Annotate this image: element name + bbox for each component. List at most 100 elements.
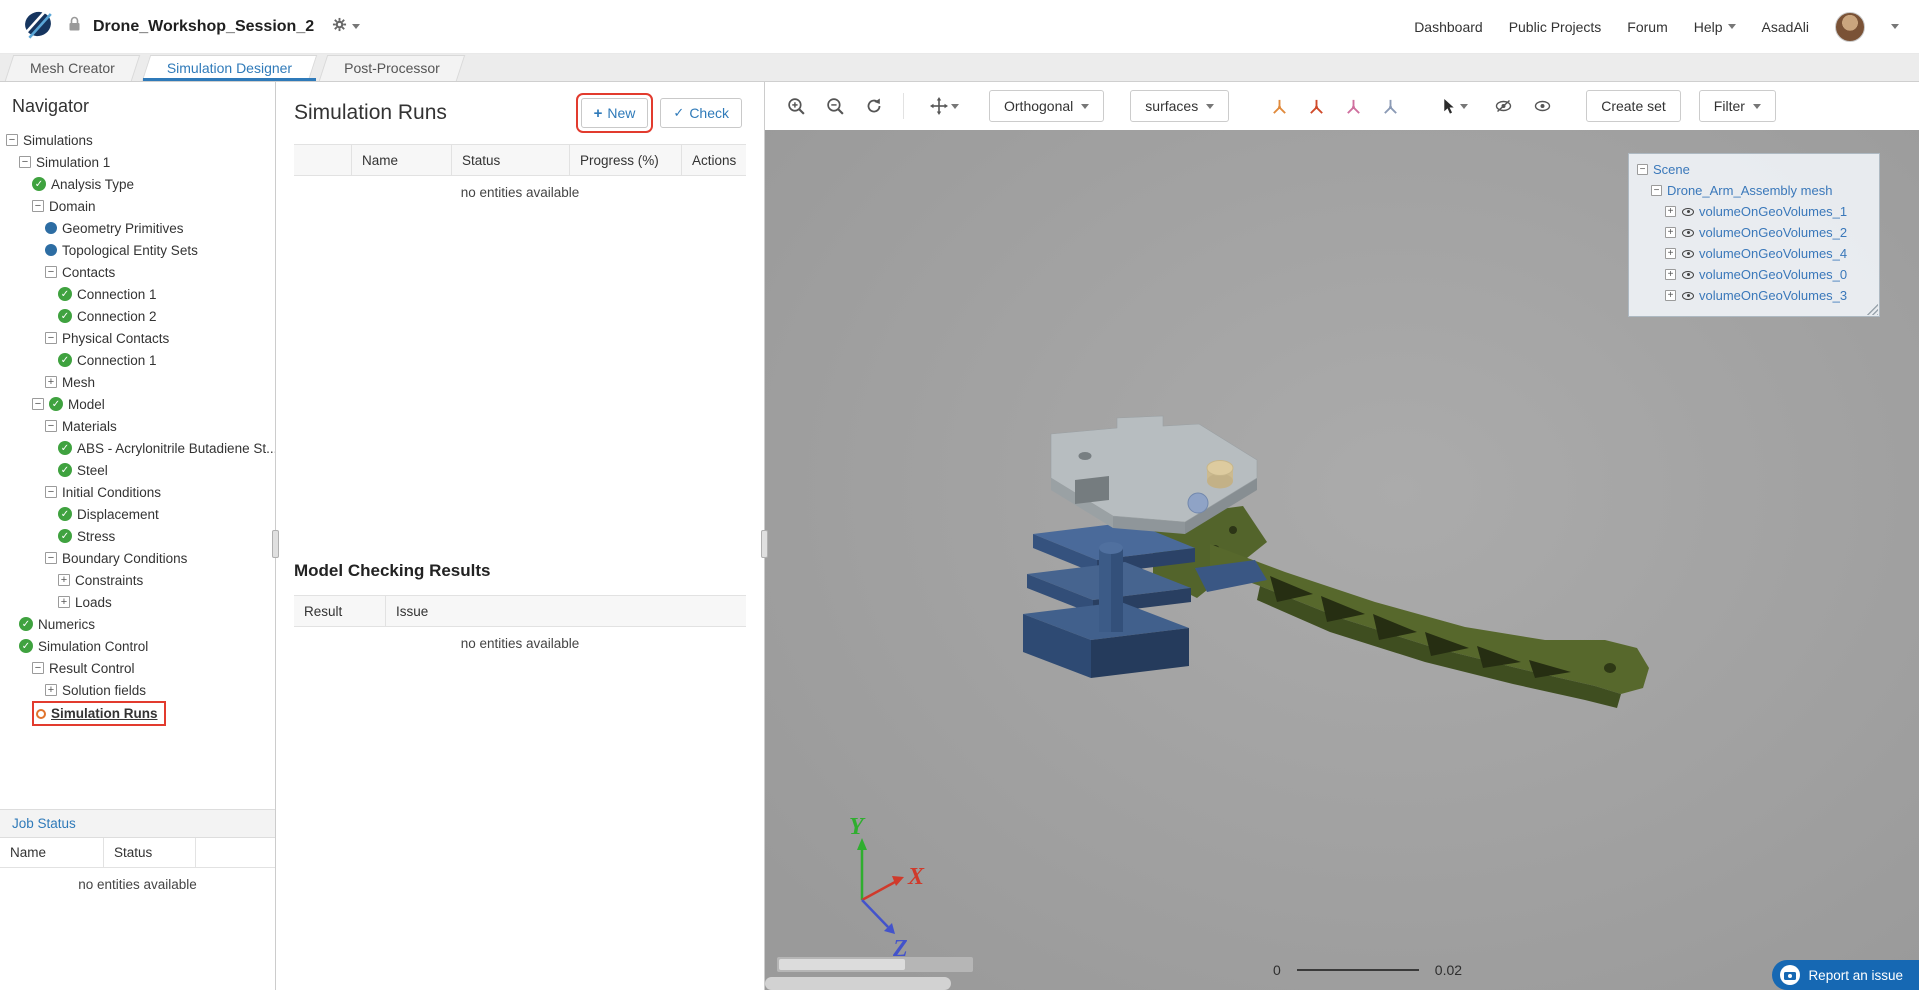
refresh-view-icon[interactable] <box>861 93 887 119</box>
tree-item-domain[interactable]: −Domain <box>32 195 96 217</box>
collapse-icon[interactable]: − <box>1637 164 1648 175</box>
tree-item-displacement[interactable]: ✓Displacement <box>58 503 159 525</box>
tree-item-topological-entity-sets[interactable]: Topological Entity Sets <box>45 239 198 261</box>
expand-icon[interactable]: + <box>45 376 57 388</box>
tab-simulation-designer[interactable]: Simulation Designer <box>141 54 318 81</box>
tree-item-steel[interactable]: ✓Steel <box>58 459 108 481</box>
collapse-icon[interactable]: − <box>45 486 57 498</box>
user-menu-chevron-icon[interactable] <box>1891 24 1899 29</box>
tree-item-loads[interactable]: +Loads <box>58 591 112 613</box>
expand-icon[interactable]: + <box>1665 248 1676 259</box>
collapse-icon[interactable]: − <box>45 420 57 432</box>
collapse-icon[interactable]: − <box>45 332 57 344</box>
expand-icon[interactable]: + <box>58 574 70 586</box>
nav-public-projects[interactable]: Public Projects <box>1509 19 1602 35</box>
nav-forum[interactable]: Forum <box>1627 19 1667 35</box>
tree-item-contacts[interactable]: −Contacts <box>45 261 115 283</box>
scene-volume-row[interactable]: +volumeOnGeoVolumes_1 <box>1629 201 1879 222</box>
tree-item-result-control[interactable]: −Result Control <box>32 657 135 679</box>
select-cursor-icon[interactable] <box>1437 94 1472 119</box>
tree-item-stress[interactable]: ✓Stress <box>58 525 115 547</box>
visibility-eye-icon[interactable] <box>1682 271 1694 279</box>
collapse-icon[interactable]: − <box>45 552 57 564</box>
tab-post-processor[interactable]: Post-Processor <box>318 54 466 81</box>
axis-view-icon-3[interactable] <box>1341 94 1366 119</box>
collapse-icon[interactable]: − <box>19 156 31 168</box>
collapse-icon[interactable]: − <box>32 398 44 410</box>
tree-item-boundary-conditions[interactable]: −Boundary Conditions <box>45 547 187 569</box>
report-issue-button[interactable]: Report an issue <box>1772 960 1919 990</box>
scene-root-row[interactable]: − Scene <box>1629 159 1879 180</box>
green-arm-part[interactable] <box>1153 506 1649 708</box>
tree-item-physical-contacts[interactable]: −Physical Contacts <box>45 327 169 349</box>
expand-icon[interactable]: + <box>1665 290 1676 301</box>
collapse-icon[interactable]: − <box>45 266 57 278</box>
zoom-out-icon[interactable] <box>822 93 849 120</box>
tree-item-simulation-runs[interactable]: Simulation Runs <box>32 701 166 726</box>
scrollbar-thumb[interactable] <box>779 959 905 970</box>
scene-volume-row[interactable]: +volumeOnGeoVolumes_2 <box>1629 222 1879 243</box>
tree-item-abs-acrylonitrile-butadiene-st[interactable]: ✓ABS - Acrylonitrile Butadiene St... <box>58 437 275 459</box>
pan-move-icon[interactable] <box>926 93 963 119</box>
tree-item-initial-conditions[interactable]: −Initial Conditions <box>45 481 161 503</box>
scene-volume-row[interactable]: +volumeOnGeoVolumes_0 <box>1629 264 1879 285</box>
show-all-eye-icon[interactable] <box>1529 93 1556 119</box>
scale-line <box>1297 969 1419 971</box>
tree-item-constraints[interactable]: +Constraints <box>58 569 143 591</box>
check-model-button[interactable]: ✓ Check <box>660 98 742 128</box>
expand-icon[interactable]: + <box>58 596 70 608</box>
tree-item-numerics[interactable]: ✓Numerics <box>19 613 95 635</box>
nav-help[interactable]: Help <box>1694 19 1736 35</box>
visibility-eye-icon[interactable] <box>1682 250 1694 258</box>
visibility-eye-icon[interactable] <box>1682 292 1694 300</box>
scene-mesh-row[interactable]: − Drone_Arm_Assembly mesh <box>1629 180 1879 201</box>
nav-username[interactable]: AsadAli <box>1762 19 1809 35</box>
hide-selected-eye-slash-icon[interactable] <box>1490 93 1517 119</box>
tree-item-mesh[interactable]: +Mesh <box>45 371 95 393</box>
middle-panel-resize-handle[interactable] <box>761 530 768 558</box>
tree-item-simulations[interactable]: −Simulations <box>6 129 93 151</box>
tree-item-simulation-1[interactable]: −Simulation 1 <box>19 151 110 173</box>
expand-icon[interactable]: + <box>1665 227 1676 238</box>
navigator-resize-handle[interactable] <box>272 530 279 558</box>
visibility-eye-icon[interactable] <box>1682 229 1694 237</box>
project-settings-button[interactable] <box>332 17 360 37</box>
tree-item-solution-fields[interactable]: +Solution fields <box>45 679 146 701</box>
collapse-icon[interactable]: − <box>6 134 18 146</box>
expand-icon[interactable]: + <box>1665 206 1676 217</box>
axis-view-icon-4[interactable] <box>1378 94 1403 119</box>
tree-item-geometry-primitives[interactable]: Geometry Primitives <box>45 217 184 239</box>
create-set-button[interactable]: Create set <box>1586 90 1681 122</box>
tree-item-analysis-type[interactable]: ✓Analysis Type <box>32 173 134 195</box>
job-status-title[interactable]: Job Status <box>0 810 275 838</box>
zoom-in-icon[interactable] <box>783 93 810 120</box>
collapse-icon[interactable]: − <box>32 200 44 212</box>
tree-item-model[interactable]: −✓Model <box>32 393 105 415</box>
projection-dropdown[interactable]: Orthogonal <box>989 90 1104 122</box>
viewport-3d[interactable]: Orthogonal surfaces <box>765 82 1919 990</box>
scene-volume-row[interactable]: +volumeOnGeoVolumes_4 <box>1629 243 1879 264</box>
tree-item-simulation-control[interactable]: ✓Simulation Control <box>19 635 148 657</box>
horizontal-scrollbar[interactable] <box>777 957 973 972</box>
scene-volume-row[interactable]: +volumeOnGeoVolumes_3 <box>1629 285 1879 306</box>
expand-icon[interactable]: + <box>1665 269 1676 280</box>
axis-view-icon-1[interactable] <box>1267 94 1292 119</box>
new-run-button[interactable]: + New <box>581 98 649 128</box>
visibility-eye-icon[interactable] <box>1682 208 1694 216</box>
tree-item-materials[interactable]: −Materials <box>45 415 117 437</box>
tab-mesh-creator[interactable]: Mesh Creator <box>4 54 141 81</box>
tree-item-connection-1[interactable]: ✓Connection 1 <box>58 283 157 305</box>
user-avatar[interactable] <box>1835 12 1865 42</box>
simscale-logo-icon[interactable] <box>20 9 56 44</box>
expand-icon[interactable]: + <box>45 684 57 696</box>
filter-dropdown[interactable]: Filter <box>1699 90 1776 122</box>
nav-dashboard[interactable]: Dashboard <box>1414 19 1483 35</box>
tree-item-label: ABS - Acrylonitrile Butadiene St... <box>77 441 275 456</box>
collapse-icon[interactable]: − <box>1651 185 1662 196</box>
horizontal-scrollbar-bottom[interactable] <box>765 977 951 990</box>
tree-item-connection-2[interactable]: ✓Connection 2 <box>58 305 157 327</box>
axis-view-icon-2[interactable] <box>1304 94 1329 119</box>
render-mode-dropdown[interactable]: surfaces <box>1130 90 1229 122</box>
tree-item-connection-1[interactable]: ✓Connection 1 <box>58 349 157 371</box>
collapse-icon[interactable]: − <box>32 662 44 674</box>
